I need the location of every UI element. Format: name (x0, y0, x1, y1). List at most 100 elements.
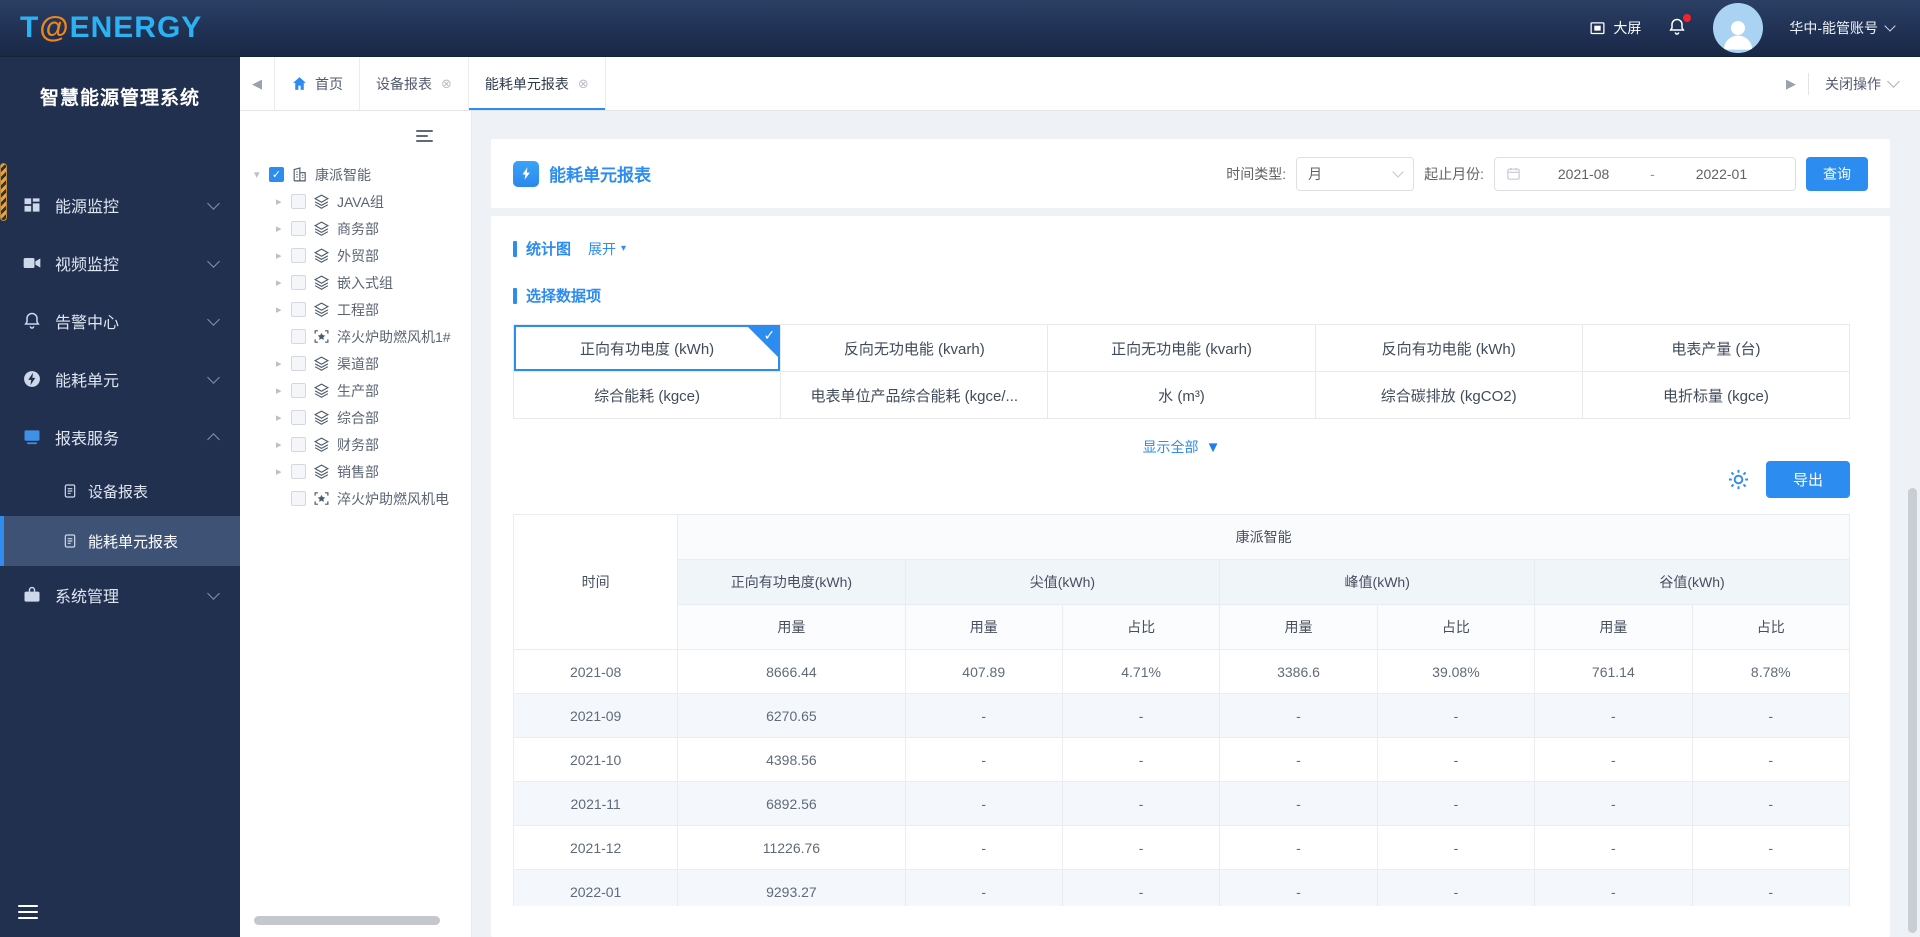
data-item-button[interactable]: 电表产量 (台) (1582, 325, 1850, 372)
value-cell: - (904, 825, 1063, 870)
caret-right-icon[interactable]: ▸ (276, 384, 291, 397)
column-group-header: 峰值(kWh) (1219, 559, 1536, 605)
checkbox-unchecked[interactable] (291, 329, 306, 344)
data-item-button[interactable]: 综合碳排放 (kgCO2) (1315, 372, 1583, 419)
export-button[interactable]: 导出 (1766, 461, 1850, 498)
sidebar-scroll-indicator[interactable] (0, 163, 7, 221)
layers-icon (313, 382, 330, 399)
top-header: T@ENERGY 大屏 华中-能管账号 (0, 0, 1920, 57)
caret-right-icon[interactable]: ▸ (276, 411, 291, 424)
caret-right-icon[interactable]: ▸ (276, 276, 291, 289)
caret-right-icon[interactable]: ▸ (276, 438, 291, 451)
caret-right-icon[interactable]: ▸ (276, 303, 291, 316)
tree-item[interactable]: ▸ 综合部 (254, 404, 471, 431)
query-button[interactable]: 查询 (1806, 156, 1868, 191)
data-item-section-label: 选择数据项 (526, 288, 602, 305)
tree-item[interactable]: ▸ 销售部 (254, 458, 471, 485)
checkbox-unchecked[interactable] (291, 221, 306, 236)
sidebar-item-alarm-center[interactable]: 告警中心 (0, 292, 240, 350)
checkbox-unchecked[interactable] (291, 437, 306, 452)
checkbox-unchecked[interactable] (291, 491, 306, 506)
checkbox-checked[interactable]: ✓ (269, 167, 284, 182)
checkbox-unchecked[interactable] (291, 383, 306, 398)
account-menu[interactable]: 华中-能管账号 (1789, 18, 1896, 38)
sidebar-item-energy-monitor[interactable]: 能源监控 (0, 176, 240, 234)
tree-item-root[interactable]: ▾ ✓ 康派智能 (254, 161, 471, 188)
report-content: 能耗单元报表 时间类型: 月 起止月份: 2021-08 - 2022-01 查… (472, 111, 1920, 937)
data-item-button[interactable]: 水 (m³) (1048, 372, 1316, 419)
gear-icon[interactable] (1727, 468, 1750, 491)
org-group-header: 康派智能 (677, 514, 1850, 560)
value-cell: 8.78% (1691, 649, 1850, 694)
tree-item[interactable]: ▸ 财务部 (254, 431, 471, 458)
caret-right-icon[interactable]: ▸ (276, 222, 291, 235)
sidebar-subitem-energy-unit-report[interactable]: 能耗单元报表 (0, 516, 240, 566)
data-item-button[interactable]: 正向无功电能 (kvarh) (1048, 325, 1316, 372)
big-screen-button[interactable]: 大屏 (1589, 18, 1641, 38)
tabs-scroll-left-button[interactable]: ◀ (240, 76, 274, 92)
close-icon[interactable]: ⊗ (441, 76, 452, 92)
notification-bell-button[interactable] (1667, 13, 1692, 40)
table-row: 2022-01 9293.27- - - - - - (513, 869, 1850, 906)
date-start-value[interactable]: 2021-08 (1521, 166, 1646, 182)
close-operations-dropdown[interactable]: 关闭操作 (1809, 74, 1920, 94)
caret-down-icon[interactable]: ▾ (254, 168, 269, 181)
checkbox-unchecked[interactable] (291, 275, 306, 290)
chart-section-label: 统计图 (526, 241, 572, 258)
checkbox-unchecked[interactable] (291, 248, 306, 263)
data-item-button[interactable]: 综合能耗 (kgce) (514, 372, 782, 419)
tree-item[interactable]: 淬火炉助燃风机1# (254, 323, 471, 350)
tree-item-label: 康派智能 (315, 166, 371, 183)
sidebar-menu: 能源监控 视频监控 告警中心 能耗单元 报表服务 设备报表 能耗单元报表 系统管理 (0, 176, 240, 624)
data-item-button[interactable]: 电折标量 (kgce) (1582, 372, 1850, 419)
checkbox-unchecked[interactable] (291, 194, 306, 209)
data-item-button[interactable]: 反向有功电能 (kWh) (1315, 325, 1583, 372)
sidebar-collapse-button[interactable] (18, 901, 38, 923)
tree-item[interactable]: 淬火炉助燃风机电 (254, 485, 471, 512)
sidebar-item-report-service[interactable]: 报表服务 (0, 408, 240, 466)
tree-item[interactable]: ▸ JAVA组 (254, 188, 471, 215)
checkbox-unchecked[interactable] (291, 302, 306, 317)
layers-icon (313, 409, 330, 426)
tree-item[interactable]: ▸ 工程部 (254, 296, 471, 323)
checkbox-unchecked[interactable] (291, 410, 306, 425)
caret-right-icon[interactable]: ▸ (276, 195, 291, 208)
checkbox-unchecked[interactable] (291, 356, 306, 371)
close-icon[interactable]: ⊗ (578, 76, 589, 92)
tree-horizontal-scrollbar[interactable] (254, 916, 440, 925)
caret-right-icon[interactable]: ▸ (276, 465, 291, 478)
sidebar-item-video-monitor[interactable]: 视频监控 (0, 234, 240, 292)
data-item-button[interactable]: 正向有功电度 (kWh) ✓ (514, 325, 782, 372)
data-item-button[interactable]: 电表单位产品综合能耗 (kgce/... (781, 372, 1049, 419)
avatar[interactable] (1713, 3, 1764, 53)
value-cell: 4398.56 (677, 737, 906, 782)
show-all-button[interactable]: 显示全部 ▼ (1143, 437, 1221, 457)
sidebar-subitem-device-report[interactable]: 设备报表 (0, 466, 240, 516)
caret-right-icon[interactable]: ▸ (276, 249, 291, 262)
sidebar-submenu: 设备报表 能耗单元报表 (0, 466, 240, 566)
time-type-select[interactable]: 月 (1296, 156, 1415, 191)
tab-home[interactable]: 首页 (274, 57, 360, 110)
data-item-button[interactable]: 反向无功电能 (kvarh) (781, 325, 1049, 372)
chart-expand-toggle[interactable]: 展开 ▾ (588, 239, 626, 259)
sub-column-header: 用量 (904, 604, 1063, 650)
value-cell: - (1219, 693, 1378, 738)
date-end-value[interactable]: 2022-01 (1659, 166, 1784, 182)
tab-device-report[interactable]: 设备报表 ⊗ (360, 57, 469, 110)
tree-item[interactable]: ▸ 嵌入式组 (254, 269, 471, 296)
tree-item[interactable]: ▸ 生产部 (254, 377, 471, 404)
tree-item[interactable]: ▸ 渠道部 (254, 350, 471, 377)
tabs-scroll-right-button[interactable]: ▶ (1774, 76, 1808, 92)
tab-energy-unit-report[interactable]: 能耗单元报表 ⊗ (469, 57, 606, 110)
sidebar-item-energy-unit[interactable]: 能耗单元 (0, 350, 240, 408)
tree-item[interactable]: ▸ 外贸部 (254, 242, 471, 269)
tree-item[interactable]: ▸ 商务部 (254, 215, 471, 242)
tree-collapse-icon[interactable] (416, 127, 433, 145)
page-vertical-scrollbar[interactable] (1908, 488, 1917, 933)
sidebar-item-system-manage[interactable]: 系统管理 (0, 566, 240, 624)
tree-item-label: 淬火炉助燃风机1# (337, 328, 451, 345)
month-range-picker[interactable]: 2021-08 - 2022-01 (1494, 156, 1796, 191)
value-cell: - (1691, 693, 1850, 738)
checkbox-unchecked[interactable] (291, 464, 306, 479)
caret-right-icon[interactable]: ▸ (276, 357, 291, 370)
